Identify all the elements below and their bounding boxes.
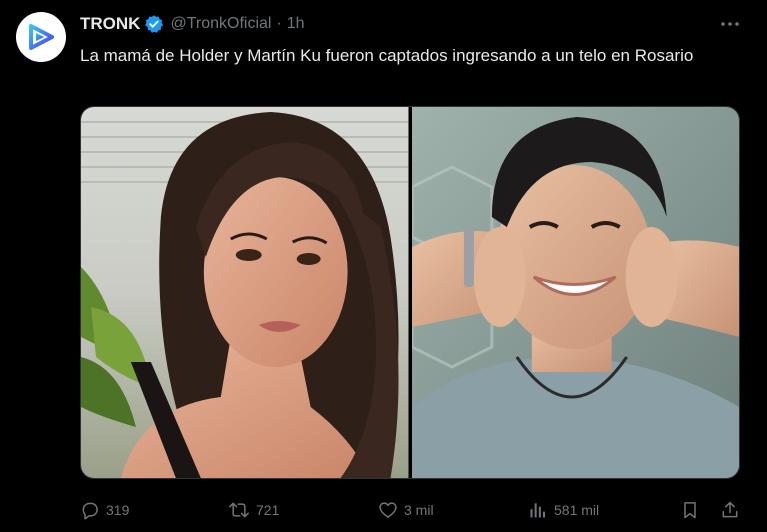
author-handle[interactable]: @TronkOficial bbox=[170, 15, 271, 33]
ellipsis-icon bbox=[721, 22, 739, 26]
photo-right[interactable] bbox=[411, 107, 739, 478]
reply-icon bbox=[82, 502, 98, 520]
retweet-button[interactable]: 721 bbox=[228, 496, 279, 524]
header-separator: · bbox=[276, 15, 282, 32]
views-chart-icon bbox=[530, 503, 545, 518]
views-count: 581 mil bbox=[554, 502, 600, 518]
share-icon bbox=[722, 501, 738, 518]
media-grid bbox=[80, 106, 740, 479]
bookmark-button[interactable] bbox=[680, 496, 706, 524]
tweet-text: La mamá de Holder y Martín Ku fueron cap… bbox=[80, 46, 694, 65]
reply-button[interactable]: 319 bbox=[80, 496, 129, 524]
tweet-timestamp[interactable]: 1h bbox=[287, 15, 305, 33]
bookmark-icon bbox=[684, 502, 696, 519]
reply-count: 319 bbox=[106, 502, 130, 518]
tweet-actions: 319 721 3 mil 581 mil bbox=[80, 496, 744, 524]
heart-icon bbox=[379, 502, 397, 518]
tweet-header: TRONK @TronkOficial · 1h bbox=[80, 12, 305, 36]
photo-left[interactable] bbox=[81, 107, 409, 478]
tweet-card[interactable]: TRONK @TronkOficial · 1h La mamá de Hold… bbox=[0, 0, 767, 532]
like-count: 3 mil bbox=[404, 502, 434, 518]
retweet-count: 721 bbox=[256, 502, 280, 518]
share-button[interactable] bbox=[720, 496, 746, 524]
more-options-button[interactable] bbox=[716, 14, 744, 34]
verified-badge-icon bbox=[144, 14, 164, 34]
like-button[interactable]: 3 mil bbox=[378, 496, 434, 524]
author-display-name[interactable]: TRONK bbox=[80, 14, 140, 34]
retweet-icon bbox=[229, 502, 249, 518]
author-avatar[interactable] bbox=[16, 12, 66, 62]
tronk-play-logo-icon bbox=[29, 24, 54, 50]
views-button[interactable]: 581 mil bbox=[528, 496, 599, 524]
